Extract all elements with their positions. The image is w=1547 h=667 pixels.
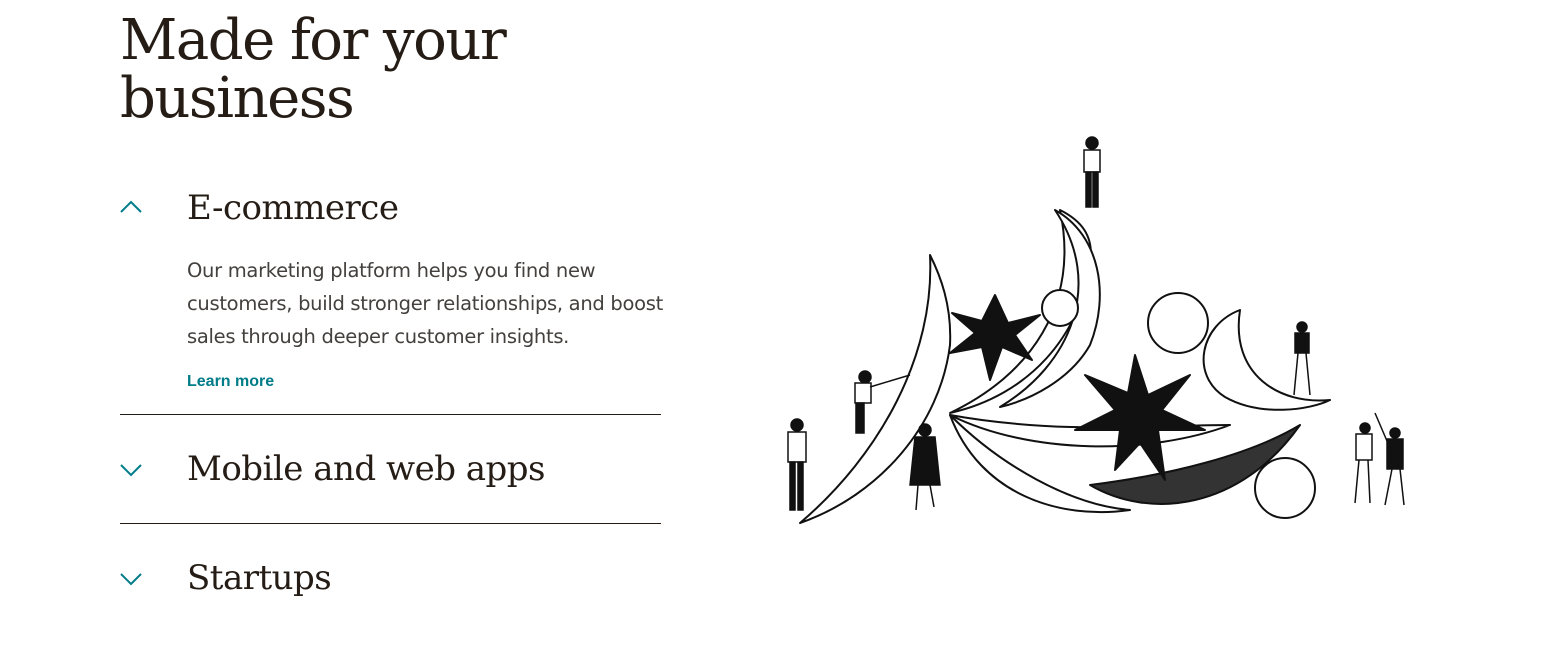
content-column: Made for your business E-commerce Our ma… — [120, 0, 663, 632]
chevron-down-icon[interactable] — [120, 458, 142, 480]
accordion-title: Startups — [187, 558, 332, 598]
business-accordion: E-commerce Our marketing platform helps … — [120, 188, 663, 632]
accordion-description: Our marketing platform helps you find ne… — [187, 259, 663, 348]
accordion-title: Mobile and web apps — [187, 449, 546, 489]
chevron-up-icon[interactable] — [120, 197, 142, 219]
accordion-item-startups: Startups — [120, 524, 661, 632]
chevron-down-icon[interactable] — [120, 567, 142, 589]
accordion-item-mobile-web-apps: Mobile and web apps — [120, 415, 661, 524]
accordion-header-startups[interactable]: Startups — [120, 524, 661, 632]
accordion-title: E-commerce — [187, 188, 399, 228]
accordion-panel-ecommerce: Our marketing platform helps you find ne… — [187, 254, 663, 391]
accordion-header-mobile-web-apps[interactable]: Mobile and web apps — [120, 415, 661, 523]
people-climbing-moons-illustration — [770, 125, 1430, 535]
accordion-item-ecommerce: E-commerce Our marketing platform helps … — [120, 188, 663, 415]
accordion-header-ecommerce[interactable]: E-commerce — [120, 188, 661, 228]
learn-more-link[interactable]: Learn more — [187, 373, 274, 391]
page-title: Made for your business — [120, 8, 507, 131]
